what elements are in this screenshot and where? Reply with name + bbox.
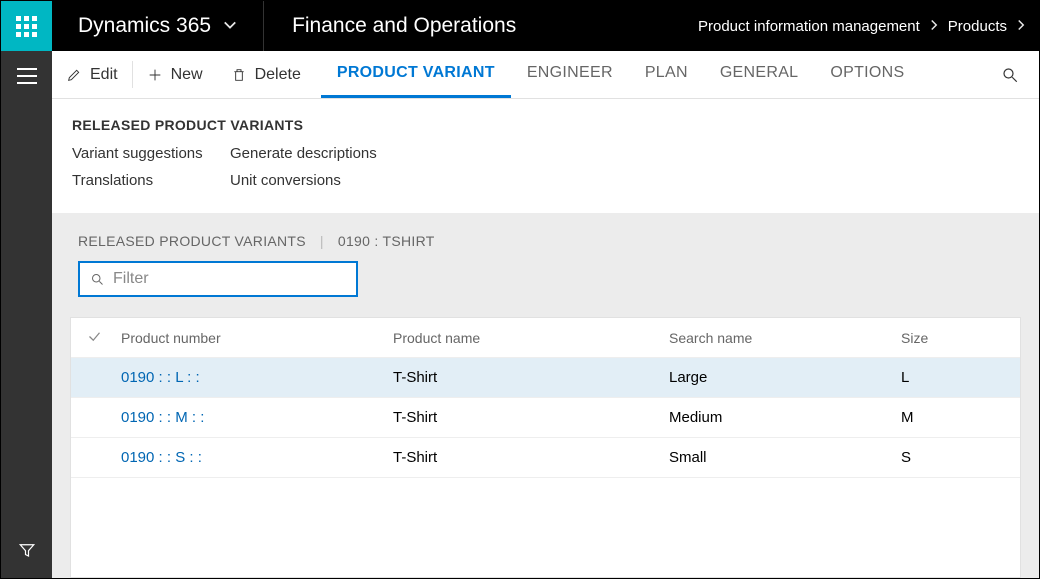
- pencil-icon: [66, 67, 82, 83]
- variant-suggestions-link[interactable]: Variant suggestions: [72, 145, 230, 162]
- cell-size: M: [901, 409, 1014, 426]
- new-label: New: [171, 66, 203, 84]
- cell-product-name: T-Shirt: [393, 409, 669, 426]
- delete-label: Delete: [255, 66, 301, 84]
- nav-toggle-button[interactable]: [1, 51, 52, 101]
- chevron-down-icon: [223, 18, 237, 35]
- tab-general[interactable]: GENERAL: [704, 51, 815, 98]
- nav-rail: [1, 51, 52, 578]
- quick-filter[interactable]: [78, 261, 358, 297]
- main-content: Edit New Delete PRODUCT VARIANTENGINEERP…: [52, 51, 1039, 578]
- col-header-size[interactable]: Size: [901, 330, 1014, 346]
- cell-product-name: T-Shirt: [393, 369, 669, 386]
- cell-size: S: [901, 449, 1014, 466]
- breadcrumb: Product information management Products: [686, 1, 1039, 51]
- brand-dropdown[interactable]: Dynamics 365: [52, 1, 264, 51]
- breadcrumb-item[interactable]: Product information management: [698, 18, 920, 35]
- page-caption: RELEASED PRODUCT VARIANTS | 0190 : TSHIR…: [78, 233, 1013, 249]
- brand-label: Dynamics 365: [78, 14, 211, 38]
- cell-search-name: Small: [669, 449, 901, 466]
- col-header-search-name[interactable]: Search name: [669, 330, 901, 346]
- table-row[interactable]: 0190 : : L : : T-ShirtLargeL: [71, 358, 1020, 398]
- plus-icon: [147, 67, 163, 83]
- search-icon: [90, 272, 105, 287]
- cell-search-name: Medium: [669, 409, 901, 426]
- col-header-product-number[interactable]: Product number: [117, 330, 393, 346]
- hamburger-icon: [17, 68, 37, 84]
- delete-button[interactable]: Delete: [217, 51, 315, 98]
- page-caption-section: RELEASED PRODUCT VARIANTS: [78, 233, 306, 249]
- action-pane: Edit New Delete PRODUCT VARIANTENGINEERP…: [52, 51, 1039, 99]
- waffle-icon: [16, 16, 37, 37]
- chevron-right-icon: [1015, 18, 1027, 34]
- tab-options[interactable]: OPTIONS: [814, 51, 920, 98]
- data-grid: Product number Product name Search name …: [70, 317, 1021, 578]
- new-button[interactable]: New: [133, 51, 217, 98]
- search-button[interactable]: [981, 51, 1039, 98]
- filter-input[interactable]: [113, 270, 346, 288]
- col-header-product-name[interactable]: Product name: [393, 330, 669, 346]
- cell-product-name: T-Shirt: [393, 449, 669, 466]
- separator: |: [320, 233, 324, 249]
- product-number-link[interactable]: 0190 : : M : :: [121, 409, 204, 426]
- product-number-link[interactable]: 0190 : : S : :: [121, 449, 202, 466]
- filter-pane-button[interactable]: [1, 527, 52, 577]
- cell-size: L: [901, 369, 1014, 386]
- module-title: Finance and Operations: [264, 1, 544, 51]
- top-nav-bar: Dynamics 365 Finance and Operations Prod…: [1, 1, 1039, 51]
- list-page: RELEASED PRODUCT VARIANTS | 0190 : TSHIR…: [52, 213, 1039, 578]
- group-title: RELEASED PRODUCT VARIANTS: [72, 117, 1019, 133]
- table-row[interactable]: 0190 : : S : : T-ShirtSmallS: [71, 438, 1020, 478]
- trash-icon: [231, 67, 247, 83]
- table-row[interactable]: 0190 : : M : : T-ShirtMediumM: [71, 398, 1020, 438]
- chevron-right-icon: [928, 18, 940, 34]
- product-number-link[interactable]: 0190 : : L : :: [121, 369, 200, 386]
- breadcrumb-item[interactable]: Products: [948, 18, 1007, 35]
- search-icon: [1001, 66, 1019, 84]
- generate-descriptions-link[interactable]: Generate descriptions: [230, 145, 1019, 162]
- edit-button[interactable]: Edit: [52, 51, 132, 98]
- funnel-icon: [18, 541, 36, 564]
- edit-label: Edit: [90, 66, 118, 84]
- action-pane-group: RELEASED PRODUCT VARIANTS Variant sugges…: [52, 99, 1039, 213]
- tab-product-variant[interactable]: PRODUCT VARIANT: [321, 51, 511, 98]
- unit-conversions-link[interactable]: Unit conversions: [230, 172, 1019, 189]
- app-launcher-button[interactable]: [1, 1, 52, 51]
- grid-header-row: Product number Product name Search name …: [71, 318, 1020, 358]
- cell-search-name: Large: [669, 369, 901, 386]
- tab-engineer[interactable]: ENGINEER: [511, 51, 629, 98]
- translations-link[interactable]: Translations: [72, 172, 230, 189]
- check-icon: [87, 329, 102, 347]
- tab-plan[interactable]: PLAN: [629, 51, 704, 98]
- select-all-checkbox[interactable]: [71, 329, 117, 347]
- page-caption-record: 0190 : TSHIRT: [338, 233, 435, 249]
